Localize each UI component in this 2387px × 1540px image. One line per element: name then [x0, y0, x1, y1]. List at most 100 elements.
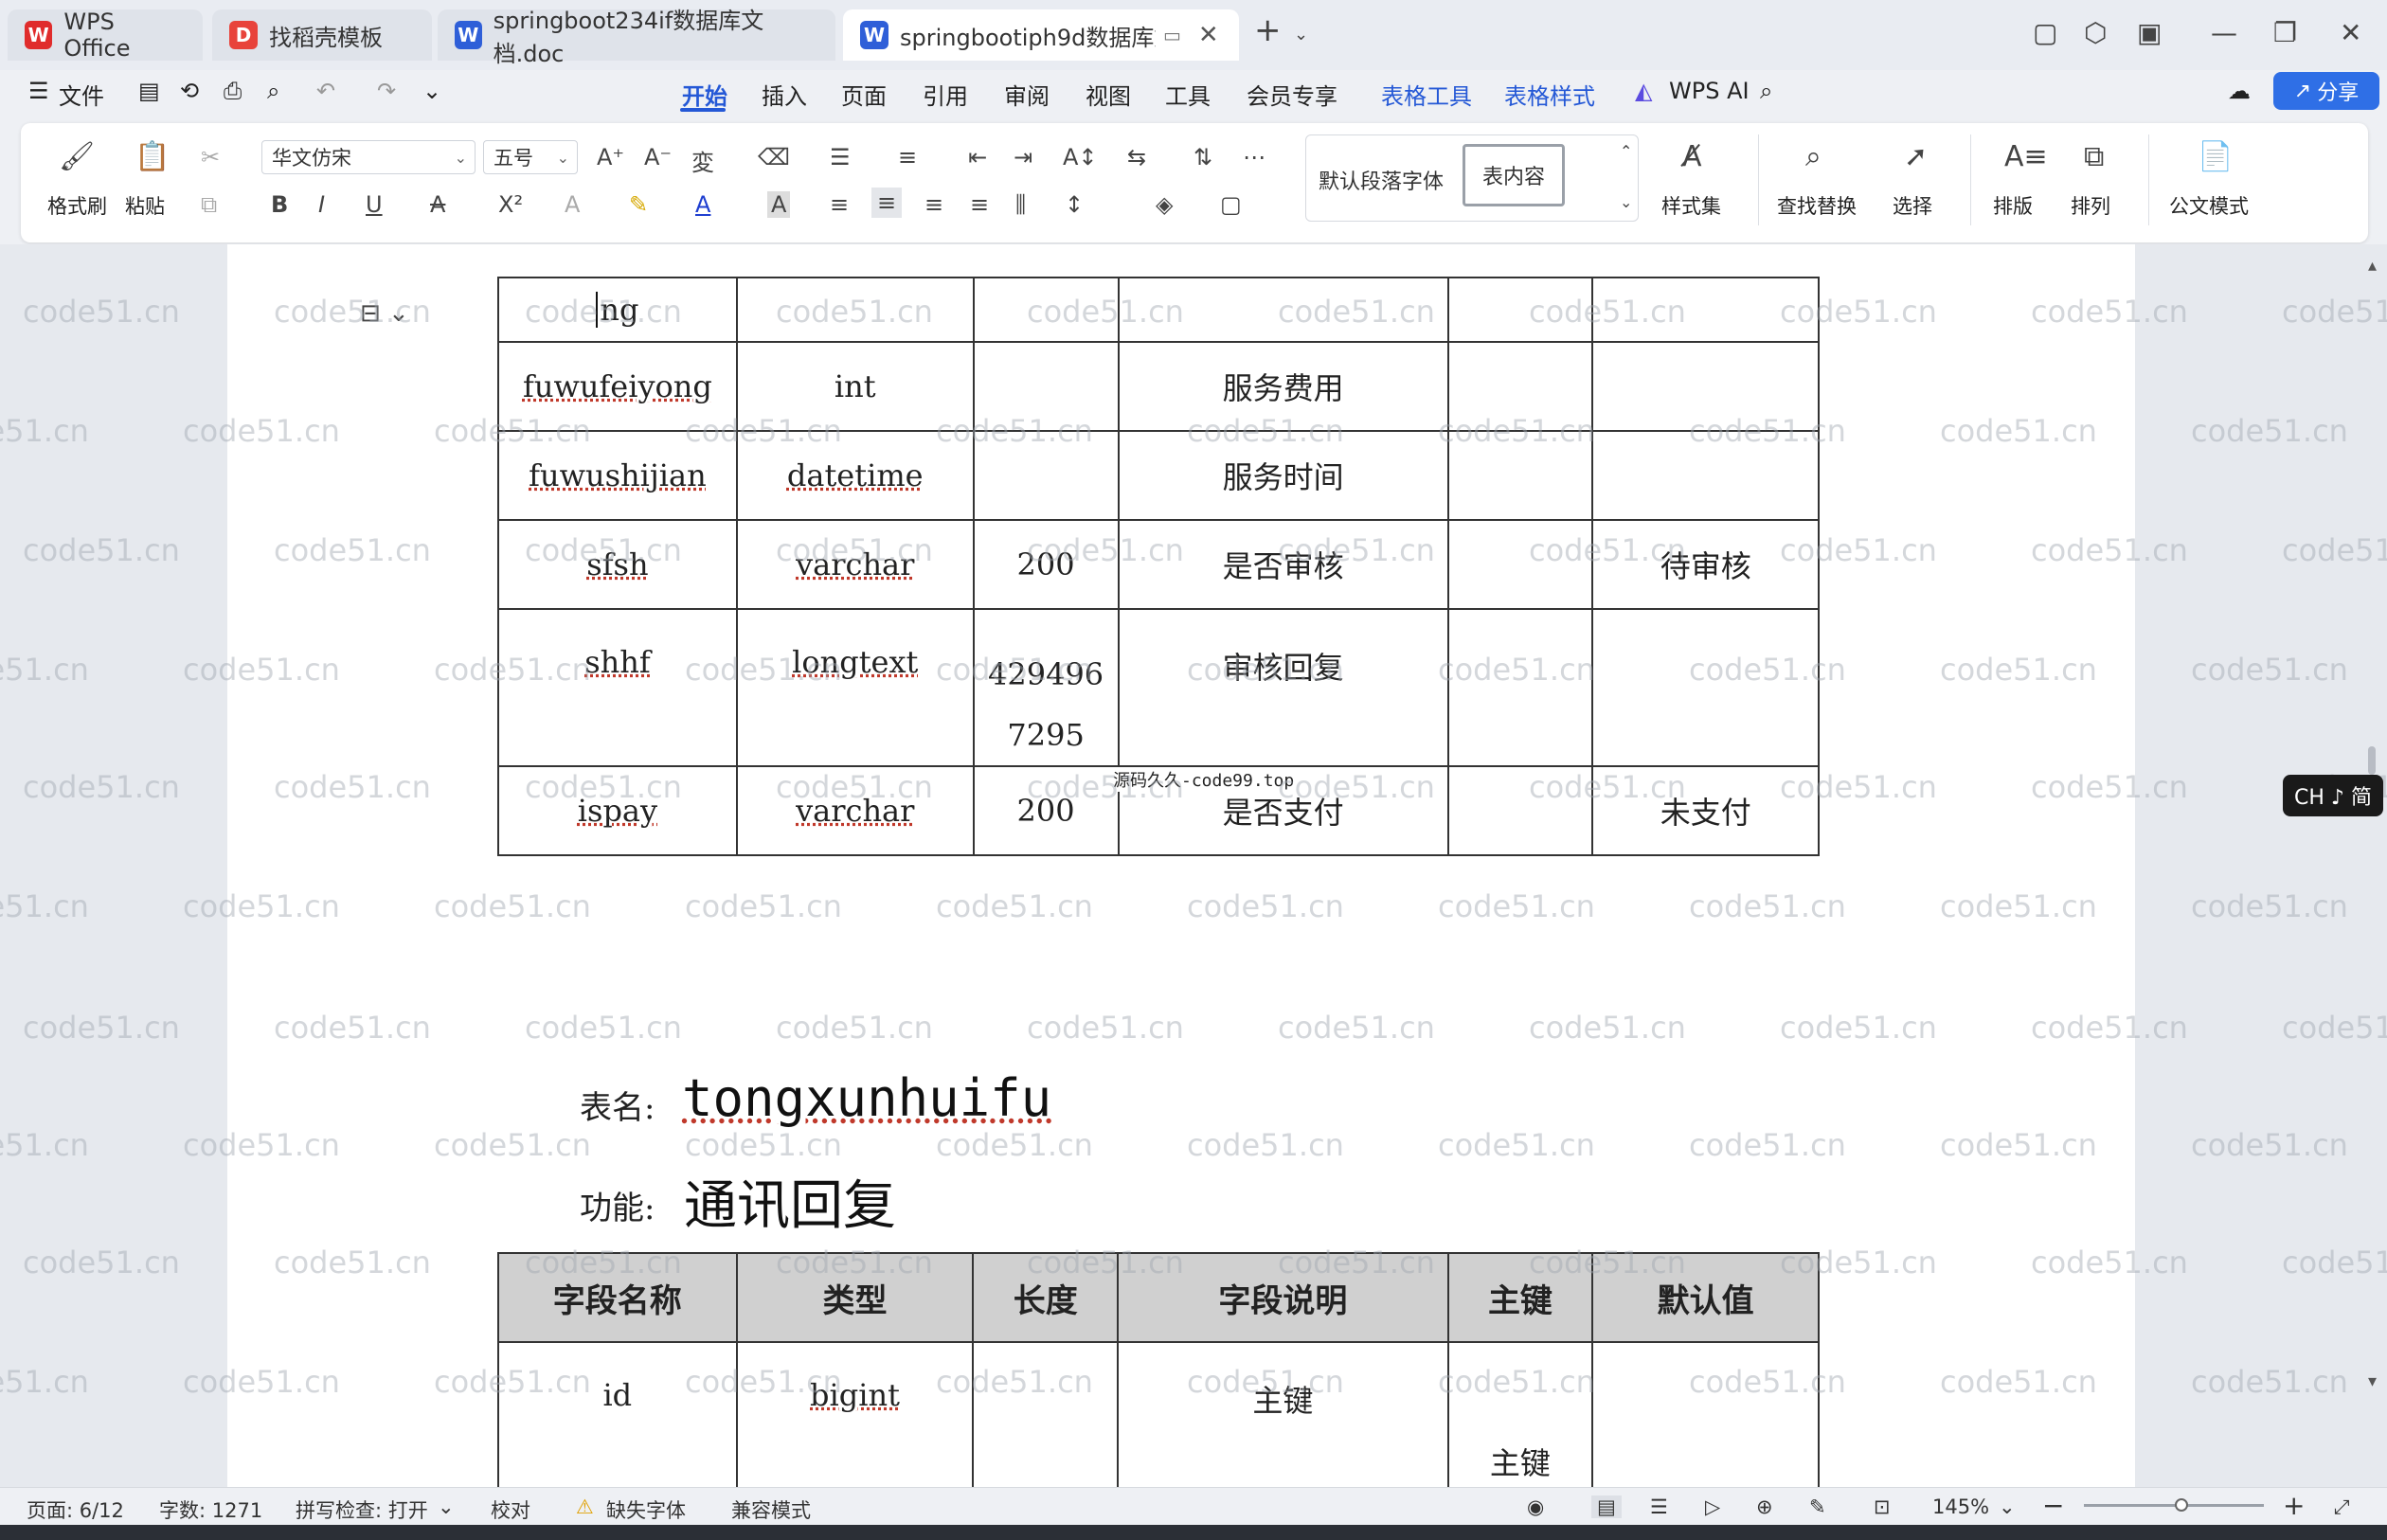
spell-check[interactable]: 拼写检查: 打开: [296, 1495, 428, 1524]
table-cell[interactable]: [1446, 765, 1594, 856]
menu-wps-ai[interactable]: WPS AI: [1669, 78, 1750, 104]
bullet-list-icon[interactable]: ☰: [830, 144, 851, 170]
char-shading-icon[interactable]: A: [767, 191, 791, 218]
increase-indent-icon[interactable]: ⇥: [1014, 144, 1032, 170]
page-view-icon[interactable]: ▤: [1591, 1495, 1622, 1518]
save-icon[interactable]: ▤: [138, 78, 160, 104]
table-cell[interactable]: fuwufeiyong: [497, 341, 738, 432]
table-cell[interactable]: [972, 277, 1120, 343]
sort-icon[interactable]: ⇅: [1194, 144, 1212, 170]
align-center-icon[interactable]: ≡: [871, 188, 903, 218]
search-icon[interactable]: ⌕: [1760, 78, 1772, 104]
show-marks-icon[interactable]: ⋯: [1243, 144, 1265, 170]
undo-icon[interactable]: ↶: [316, 78, 335, 104]
format-painter-icon[interactable]: 🖌: [59, 140, 95, 173]
redo-icon[interactable]: ↷: [377, 78, 396, 104]
table-cell[interactable]: shhf: [497, 608, 738, 767]
font-shrink-icon[interactable]: A⁻: [644, 144, 672, 170]
cloud-upload-icon[interactable]: ☁: [2228, 78, 2251, 104]
table-cell[interactable]: [735, 277, 975, 343]
chevron-down-icon[interactable]: ⌄: [1999, 1495, 2016, 1518]
table-cell[interactable]: [1591, 608, 1820, 767]
font-name-select[interactable]: 华文仿宋 ⌄: [261, 140, 476, 174]
paste-icon[interactable]: 📋: [135, 140, 170, 173]
menu-table-style[interactable]: 表格样式: [1504, 78, 1595, 111]
table-cell[interactable]: [1446, 519, 1594, 610]
close-window-icon[interactable]: ✕: [2340, 17, 2361, 48]
cut-icon[interactable]: ✂: [201, 144, 220, 170]
scroll-up-icon[interactable]: ▴: [2368, 256, 2377, 276]
table-cell[interactable]: 主键: [1446, 1341, 1594, 1487]
table-cell[interactable]: int: [735, 341, 975, 432]
table-cell[interactable]: 是否审核: [1117, 519, 1449, 610]
menu-page[interactable]: 页面: [841, 78, 887, 111]
menu-member[interactable]: 会员专享: [1247, 78, 1337, 111]
table-cell[interactable]: [972, 430, 1120, 521]
align-right-icon[interactable]: ≡: [924, 191, 943, 218]
tab-wps-office[interactable]: W WPS Office: [8, 9, 203, 62]
avatar[interactable]: ▣: [2137, 17, 2162, 48]
layout-button[interactable]: 排版: [1993, 191, 2033, 220]
find-replace-button[interactable]: 查找替换: [1777, 191, 1857, 220]
text-effect-icon[interactable]: A: [565, 191, 580, 218]
fit-page-icon[interactable]: ⊡: [1874, 1495, 1891, 1518]
table-cell[interactable]: longtext: [735, 608, 975, 767]
proofread[interactable]: 校对: [491, 1495, 530, 1524]
tab-doc-1[interactable]: W springboot234if数据库文档.doc: [438, 8, 835, 67]
table-cell[interactable]: sfsh: [497, 519, 738, 610]
table-cell[interactable]: datetime: [735, 430, 975, 521]
eye-icon[interactable]: ◉: [1527, 1495, 1544, 1518]
scroll-down-icon[interactable]: ▾: [2368, 1371, 2377, 1391]
chevron-down-icon[interactable]: ⌄: [1294, 25, 1308, 45]
minimize-icon[interactable]: —: [2211, 17, 2237, 48]
italic-icon[interactable]: I: [318, 191, 325, 218]
zoom-level[interactable]: 145%: [1932, 1495, 1989, 1518]
border-icon[interactable]: ▢: [1220, 191, 1242, 218]
style-default[interactable]: 默认段落字体: [1319, 165, 1444, 195]
cube-icon[interactable]: ⬡: [2084, 17, 2107, 48]
table-cell[interactable]: id: [497, 1341, 738, 1487]
table-cell[interactable]: [1591, 277, 1820, 343]
pen-icon[interactable]: ✎: [1809, 1495, 1826, 1518]
menu-file[interactable]: 文件: [59, 78, 104, 111]
copy-icon[interactable]: ⧉: [201, 191, 217, 218]
style-scroll-down-icon[interactable]: ⌄: [1620, 193, 1632, 211]
table-cell[interactable]: [1446, 608, 1594, 767]
ime-indicator[interactable]: CH ♪ 简: [2283, 775, 2383, 816]
official-doc-icon[interactable]: 📄: [2198, 140, 2233, 173]
table-cell[interactable]: [1446, 430, 1594, 521]
fullscreen-icon[interactable]: ⤢: [2334, 1495, 2350, 1519]
select-button[interactable]: 选择: [1893, 191, 1932, 220]
highlight-icon[interactable]: ✎: [629, 191, 648, 218]
table-cell[interactable]: varchar: [735, 519, 975, 610]
missing-font[interactable]: 缺失字体: [606, 1495, 686, 1524]
cursor-icon[interactable]: ➚: [1904, 140, 1928, 173]
table-cell[interactable]: 429496 7295: [972, 608, 1120, 767]
table-cell[interactable]: ng: [497, 277, 738, 343]
style-set-button[interactable]: 样式集: [1661, 191, 1721, 220]
distributed-icon[interactable]: ⫼: [1015, 191, 1026, 218]
table-cell[interactable]: [1446, 341, 1594, 432]
quick-access-more-icon[interactable]: ⌄: [422, 78, 441, 104]
clear-format-icon[interactable]: ⌫: [758, 144, 790, 170]
arrange-button[interactable]: 排列: [2071, 191, 2110, 220]
official-mode-button[interactable]: 公文模式: [2169, 191, 2249, 220]
window-layout-icon[interactable]: ▢: [2033, 17, 2057, 48]
menu-home[interactable]: 开始: [682, 78, 727, 111]
table-cell[interactable]: fuwushijian: [497, 430, 738, 521]
table-cell[interactable]: 服务费用: [1117, 341, 1449, 432]
menu-insert[interactable]: 插入: [762, 78, 807, 111]
underline-icon[interactable]: U: [366, 191, 383, 218]
arrange-icon[interactable]: ⧉: [2084, 140, 2104, 173]
font-grow-icon[interactable]: A⁺: [597, 144, 624, 170]
superscript-icon[interactable]: X²: [498, 191, 523, 218]
web-view-icon[interactable]: ⊕: [1756, 1495, 1773, 1518]
table-cell[interactable]: [1446, 277, 1594, 343]
table-cell[interactable]: 主键: [1117, 1341, 1449, 1487]
table-cell[interactable]: ispay: [497, 765, 738, 856]
font-size-select[interactable]: 五号 ⌄: [483, 140, 578, 174]
chevron-down-icon[interactable]: ⌄: [438, 1495, 455, 1518]
style-table-content[interactable]: 表内容: [1463, 144, 1566, 206]
numbered-list-icon[interactable]: ≡: [898, 144, 917, 170]
typeset-icon[interactable]: A≡: [2004, 140, 2048, 173]
